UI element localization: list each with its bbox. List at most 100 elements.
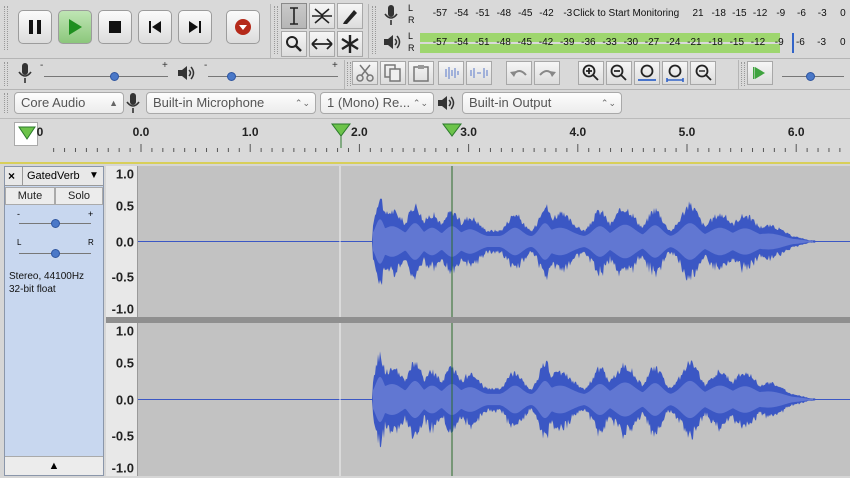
playback-meter[interactable]: L R -57 -54 -51 -48 -45 -42 -39 -36 -33 -30 -27 -24… [408, 31, 846, 55]
record-meter[interactable]: L R -57 -54 -51 -48 -45 -42 -3 21 -18 -15 -12 -9 -6-… [408, 3, 846, 27]
track-format-info: Stereo, 44100Hz [9, 271, 85, 282]
pan-right-label: R [88, 238, 94, 247]
play-at-speed-button[interactable] [747, 61, 773, 85]
play-at-speed-icon [753, 67, 765, 79]
undo-button[interactable] [506, 61, 532, 85]
redo-button[interactable] [534, 61, 560, 85]
recording-volume-knob[interactable] [110, 72, 120, 81]
skip-to-end-icon [189, 21, 201, 33]
trim-audio-button[interactable] [438, 61, 464, 85]
playback-meter-tick: -51 [475, 37, 490, 48]
record-icon [235, 19, 251, 35]
recording-volume-slider[interactable] [44, 76, 168, 77]
recording-device-value: Built-in Microphone [153, 95, 265, 110]
timeline-ruler[interactable]: 0 0.0 1.0 2.0 3.0 4.0 5.0 6.0 [0, 118, 850, 162]
left-channel-waveform[interactable] [138, 166, 850, 317]
silence-audio-button[interactable] [466, 61, 492, 85]
copy-icon [384, 64, 401, 82]
record-meter-tick: 0 [840, 8, 846, 19]
pan-left-label: L [17, 238, 22, 247]
amplitude-scale-label: 0.5 [115, 355, 134, 371]
playback-speed-knob[interactable] [806, 72, 815, 81]
play-at-speed-grip[interactable] [741, 62, 745, 86]
right-channel-waveform[interactable] [138, 323, 850, 476]
playback-meter-tick: -18 [708, 37, 723, 48]
timeline-tick-label: 1.0 [241, 125, 259, 139]
transport-toolbar-grip[interactable] [4, 6, 8, 50]
zoom-toggle-icon [695, 64, 712, 81]
skip-to-start-button[interactable] [138, 10, 172, 44]
amplitude-scale-label: -1.0 [111, 460, 134, 476]
track-control-panel[interactable]: × GatedVerb ▼ Mute Solo - + L R Stereo, … [4, 166, 104, 476]
amplitude-scale-label: 1.0 [115, 323, 134, 339]
pause-icon [29, 20, 41, 34]
track-menu-arrow-icon[interactable]: ▼ [89, 170, 99, 181]
zoom-toggle-button[interactable] [690, 61, 716, 85]
meter-toolbar-grip[interactable] [372, 6, 376, 54]
audio-host-select[interactable]: Core Audio ▲ [14, 92, 124, 114]
playback-meter-tick: -48 [496, 37, 511, 48]
record-meter-mic-icon[interactable] [382, 4, 400, 31]
paste-button[interactable] [408, 61, 434, 85]
mixer-toolbar-grip[interactable] [4, 62, 8, 86]
bottom-channel-scale[interactable]: 1.0 0.5 0.0 -0.5 -1.0 [106, 323, 138, 476]
copy-button[interactable] [380, 61, 406, 85]
play-button[interactable] [58, 10, 92, 44]
fit-selection-button[interactable] [634, 61, 660, 85]
zoom-in-button[interactable] [578, 61, 604, 85]
envelope-tool-button[interactable] [309, 3, 335, 29]
recording-device-select[interactable]: Built-in Microphone ⌃⌄ [146, 92, 316, 114]
playback-meter-speaker-icon[interactable] [382, 32, 402, 57]
timeline-options-button[interactable] [14, 122, 38, 146]
track-close-button[interactable]: × [8, 169, 15, 183]
track-pan-knob[interactable] [51, 249, 60, 258]
track-gain-knob[interactable] [51, 219, 60, 228]
skip-to-end-button[interactable] [178, 10, 212, 44]
multi-tool-button[interactable] [337, 31, 363, 57]
play-head-marker-icon[interactable] [441, 122, 463, 140]
skip-to-start-icon [149, 21, 161, 33]
pause-button[interactable] [18, 10, 52, 44]
mute-button[interactable]: Mute [5, 187, 55, 205]
timeline-separator [0, 162, 850, 164]
recording-channels-select[interactable]: 1 (Mono) Re... ⌃⌄ [320, 92, 434, 114]
zoom-in-icon [582, 64, 599, 81]
zoom-out-icon [610, 64, 627, 81]
playback-meter-tick: -12 [750, 37, 766, 48]
track-name-menu[interactable]: GatedVerb [27, 170, 80, 182]
tools-toolbar-grip[interactable] [274, 6, 278, 54]
recording-device-mic-icon [124, 92, 142, 119]
collapse-track-button[interactable]: ▲ [5, 456, 103, 475]
draw-tool-button[interactable] [337, 3, 363, 29]
record-meter-tick: -42 [539, 8, 554, 19]
cut-button[interactable] [352, 61, 378, 85]
fit-project-button[interactable] [662, 61, 688, 85]
clipboard-icon [413, 65, 429, 82]
zoom-out-button[interactable] [606, 61, 632, 85]
device-toolbar-grip[interactable] [4, 93, 8, 113]
solo-button[interactable]: Solo [55, 187, 103, 205]
record-meter-r-label: R [408, 15, 415, 25]
scissors-icon [356, 64, 374, 82]
play-slider-minus: - [204, 60, 208, 71]
click-to-start-monitoring[interactable]: Click to Start Monitoring [572, 8, 681, 19]
record-button[interactable] [226, 10, 260, 44]
selection-tool-button[interactable] [281, 3, 307, 29]
fit-project-icon [666, 64, 684, 82]
undo-icon [510, 70, 527, 77]
playback-meter-tick: -3 [817, 37, 827, 48]
playback-volume-speaker-icon [176, 63, 196, 88]
playback-device-select[interactable]: Built-in Output ⌃⌄ [462, 92, 622, 114]
audacity-window: L R -57 -54 -51 -48 -45 -42 -3 21 -18 -15 -12 -9 -6-… [0, 0, 850, 478]
record-meter-tick: -48 [496, 8, 512, 19]
stop-button[interactable] [98, 10, 132, 44]
i-beam-icon [290, 7, 298, 25]
silence-icon [470, 68, 488, 78]
zoom-tool-button[interactable] [281, 31, 307, 57]
top-channel-scale[interactable]: 1.0 0.5 0.0 -0.5 -1.0 [106, 166, 138, 317]
playback-device-value: Built-in Output [469, 95, 552, 110]
playback-volume-knob[interactable] [227, 72, 237, 81]
rec-slider-plus: + [162, 60, 168, 71]
time-shift-tool-button[interactable] [309, 31, 335, 57]
edit-toolbar-grip[interactable] [347, 62, 351, 86]
